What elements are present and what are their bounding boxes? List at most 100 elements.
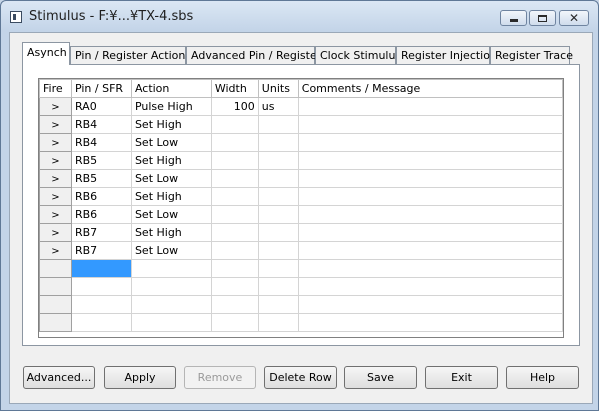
comment-cell[interactable] [297,115,563,134]
pin-cell[interactable]: RB4 [70,115,132,134]
empty-cell[interactable] [297,295,563,314]
empty-cell[interactable] [210,313,259,332]
empty-cell[interactable] [257,295,299,314]
empty-cell[interactable] [70,313,132,332]
units-cell[interactable] [257,241,299,260]
action-cell[interactable]: Pulse High [130,97,212,116]
table-row[interactable]: > RB5 Set High [39,151,563,170]
action-cell[interactable]: Set Low [130,205,212,224]
units-cell[interactable] [257,115,299,134]
action-cell[interactable]: Set High [130,151,212,170]
row-header[interactable] [39,313,72,332]
width-cell[interactable] [210,151,259,170]
fire-button[interactable]: > [39,223,72,242]
tab-asynch[interactable]: Asynch [22,42,70,65]
stimulus-grid[interactable]: Fire Pin / SFR Action Width Units Commen… [38,78,564,338]
width-cell[interactable] [210,223,259,242]
empty-row[interactable] [39,259,563,278]
tab-register-injection[interactable]: Register Injection [396,46,497,64]
width-cell[interactable] [210,187,259,206]
empty-cell[interactable] [70,295,132,314]
table-row[interactable]: > RB6 Set High [39,187,563,206]
units-cell[interactable] [257,205,299,224]
tab-advanced-pin-register[interactable]: Advanced Pin / Register [186,46,321,64]
width-cell[interactable] [210,205,259,224]
pin-cell[interactable]: RB4 [70,133,132,152]
action-cell[interactable]: Set High [130,187,212,206]
empty-cell[interactable] [257,277,299,296]
action-cell[interactable]: Set High [130,223,212,242]
fire-button[interactable]: > [39,151,72,170]
help-button[interactable]: Help [506,366,579,389]
comment-cell[interactable] [297,151,563,170]
empty-cell[interactable] [210,259,259,278]
empty-cell[interactable] [130,277,212,296]
units-cell[interactable]: us [257,97,299,116]
comment-cell[interactable] [297,223,563,242]
close-button[interactable]: ✕ [559,10,589,26]
pin-cell[interactable]: RB6 [70,187,132,206]
pin-cell[interactable]: RB5 [70,151,132,170]
column-header-fire[interactable]: Fire [39,79,72,98]
table-row[interactable]: > RB4 Set High [39,115,563,134]
action-cell[interactable]: Set Low [130,133,212,152]
units-cell[interactable] [257,169,299,188]
table-row[interactable]: > RB5 Set Low [39,169,563,188]
title-bar[interactable]: Stimulus - F:¥...¥TX-4.sbs ✕ [1,1,598,32]
empty-cell[interactable] [130,295,212,314]
tab-register-trace[interactable]: Register Trace [490,46,573,64]
empty-cell[interactable] [210,295,259,314]
empty-cell[interactable] [210,277,259,296]
minimize-button[interactable] [500,10,527,26]
table-row[interactable]: > RB7 Set Low [39,241,563,260]
pin-cell[interactable]: RB7 [70,241,132,260]
row-header[interactable] [39,277,72,296]
comment-cell[interactable] [297,205,563,224]
empty-cell[interactable] [130,259,212,278]
comment-cell[interactable] [297,97,563,116]
table-row[interactable]: > RB4 Set Low [39,133,563,152]
empty-row[interactable] [39,277,563,296]
column-header-pin-sfr[interactable]: Pin / SFR [70,79,132,98]
fire-button[interactable]: > [39,169,72,188]
width-cell[interactable] [210,169,259,188]
pin-cell[interactable]: RB7 [70,223,132,242]
fire-button[interactable]: > [39,115,72,134]
tab-clock-stimulus[interactable]: Clock Stimulus [315,46,401,64]
column-header-width[interactable]: Width [210,79,259,98]
empty-row[interactable] [39,313,563,332]
table-row[interactable]: > RA0 Pulse High 100 us [39,97,563,116]
comment-cell[interactable] [297,187,563,206]
width-cell[interactable] [210,241,259,260]
units-cell[interactable] [257,151,299,170]
selected-cell[interactable] [70,259,132,278]
comment-cell[interactable] [297,133,563,152]
column-header-action[interactable]: Action [130,79,212,98]
empty-cell[interactable] [257,313,299,332]
fire-button[interactable]: > [39,187,72,206]
row-header[interactable] [39,295,72,314]
action-cell[interactable]: Set Low [130,241,212,260]
comment-cell[interactable] [297,241,563,260]
fire-button[interactable]: > [39,133,72,152]
delete-row-button[interactable]: Delete Row [264,366,337,389]
width-cell[interactable]: 100 [210,97,259,116]
empty-cell[interactable] [297,313,563,332]
pin-cell[interactable]: RA0 [70,97,132,116]
app-icon[interactable] [10,11,22,23]
empty-cell[interactable] [257,259,299,278]
units-cell[interactable] [257,223,299,242]
empty-cell[interactable] [130,313,212,332]
table-row[interactable]: > RB7 Set High [39,223,563,242]
save-button[interactable]: Save [344,366,417,389]
fire-button[interactable]: > [39,205,72,224]
empty-cell[interactable] [297,277,563,296]
action-cell[interactable]: Set Low [130,169,212,188]
table-row[interactable]: > RB6 Set Low [39,205,563,224]
tab-pin-register-actions[interactable]: Pin / Register Actions [70,46,191,64]
width-cell[interactable] [210,133,259,152]
pin-cell[interactable]: RB6 [70,205,132,224]
empty-cell[interactable] [297,259,563,278]
empty-cell[interactable] [70,277,132,296]
width-cell[interactable] [210,115,259,134]
